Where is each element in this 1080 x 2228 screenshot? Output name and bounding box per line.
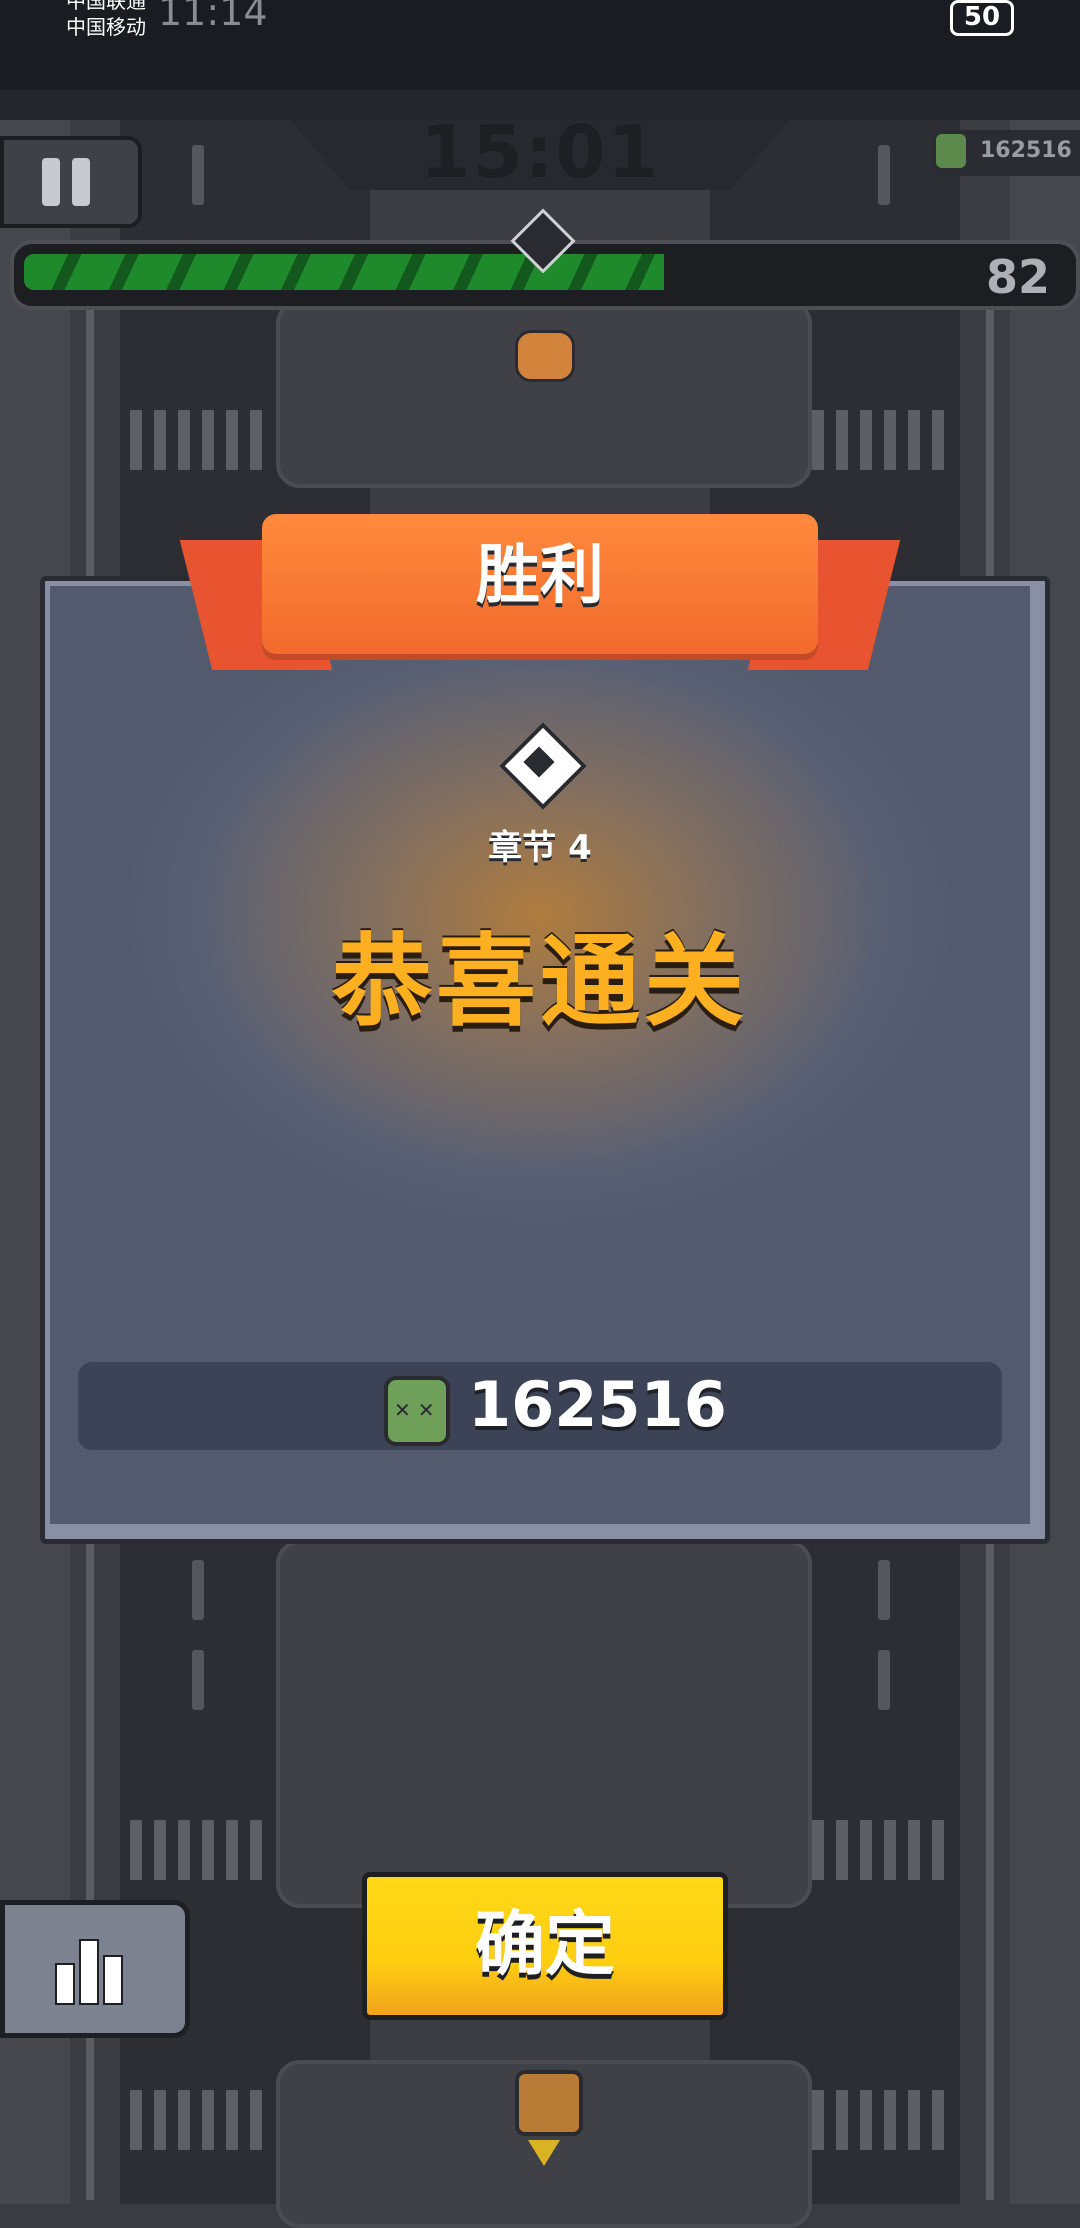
stats-bar-1 xyxy=(55,1963,75,2005)
pause-icon xyxy=(4,140,138,224)
pause-button[interactable] xyxy=(0,136,142,228)
battery-indicator: 50 xyxy=(950,0,1014,36)
carrier-1: 中国联通 xyxy=(66,0,146,13)
chest-icon xyxy=(515,2070,583,2136)
confirm-button-label: 确定 xyxy=(475,1903,615,1985)
player-icon xyxy=(515,330,575,382)
congrats-headline: 恭喜通关 xyxy=(332,923,748,1040)
status-time: 11:14 xyxy=(158,0,268,34)
stats-button[interactable] xyxy=(0,1900,190,2038)
lane-marking xyxy=(878,145,890,205)
wave-progress-fill xyxy=(24,254,664,290)
crosswalk xyxy=(130,2090,270,2150)
zombie-icon xyxy=(936,134,966,168)
center-block-top xyxy=(276,300,812,488)
crosswalk xyxy=(812,1820,952,1880)
wave-progress-track xyxy=(24,254,1024,290)
pause-bar-right xyxy=(72,158,90,206)
crosswalk xyxy=(130,410,270,470)
stats-bar-3 xyxy=(103,1955,123,2005)
center-block-mid xyxy=(276,1540,812,1908)
zombie-eyes: ✕ ✕ xyxy=(394,1398,435,1422)
arrow-down-icon xyxy=(528,2140,560,2166)
crosswalk xyxy=(812,410,952,470)
crosswalk xyxy=(812,2090,952,2150)
stats-bar-2 xyxy=(79,1939,99,2005)
crosswalk xyxy=(130,1820,270,1880)
lane-marking xyxy=(878,1650,890,1710)
lane-marking xyxy=(878,1560,890,1620)
final-score-value: 162516 xyxy=(468,1368,727,1441)
score-counter-value: 162516 xyxy=(980,138,1072,163)
game-timer: 15:01 xyxy=(420,110,660,194)
wave-progress-count: 82 xyxy=(985,250,1050,304)
chapter-label: 章节 4 xyxy=(488,828,592,868)
stats-icon xyxy=(51,1933,131,2005)
carrier-2: 中国移动 xyxy=(66,15,146,39)
pause-bar-left xyxy=(42,158,60,206)
lane-marking xyxy=(192,1560,204,1620)
victory-title: 胜利 xyxy=(476,539,604,613)
lane-marking xyxy=(192,145,204,205)
lane-marking xyxy=(192,1650,204,1710)
